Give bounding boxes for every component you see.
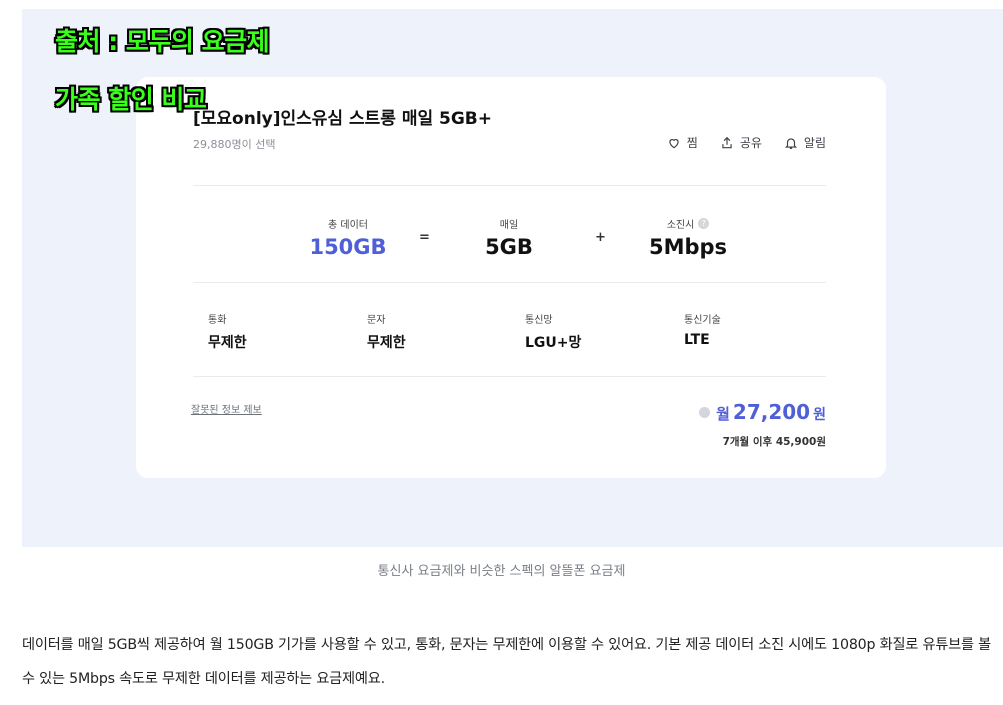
spec-call: 통화 무제한 xyxy=(208,311,247,352)
overlay-source-text: 출처 : 모두의 요금제 xyxy=(55,27,270,56)
price-amount: 27,200 xyxy=(732,400,811,424)
spec-sms: 문자 무제한 xyxy=(367,311,406,352)
figure-caption: 통신사 요금제와 비슷한 스펙의 알뜰폰 요금제 xyxy=(377,564,626,579)
spec-value: LGU+망 xyxy=(525,335,582,351)
spec-value: 무제한 xyxy=(367,335,406,351)
spec-key: 통화 xyxy=(208,315,227,326)
share-button[interactable]: 공유 xyxy=(720,134,762,151)
total-data-value: 150GB xyxy=(309,235,387,259)
selected-count: 29,880명이 선택 xyxy=(193,138,276,151)
plan-card: [모요only]인스유심 스트롱 매일 5GB+ 29,880명이 선택 찜 공… xyxy=(136,77,886,478)
bell-icon xyxy=(784,137,797,149)
share-label: 공유 xyxy=(739,136,762,150)
alert-label: 알림 xyxy=(803,136,826,150)
price-prefix: 월 xyxy=(716,405,730,423)
action-bar: 찜 공유 알림 xyxy=(667,134,826,151)
total-data-label: 총 데이터 xyxy=(328,220,368,231)
daily-data-stat: 매일 5GB xyxy=(459,216,559,259)
spec-key: 통신기술 xyxy=(684,315,721,326)
spec-value: LTE xyxy=(684,332,710,348)
exhausted-label: 소진시 xyxy=(666,220,695,231)
body-paragraph: 데이터를 매일 5GB씩 제공하여 월 150GB 기가를 사용할 수 있고, … xyxy=(22,637,992,687)
exhausted-speed-value: 5Mbps xyxy=(648,235,728,259)
plan-title[interactable]: [모요only]인스유심 스트롱 매일 5GB+ xyxy=(193,104,492,129)
price-info-icon[interactable] xyxy=(699,406,711,418)
equals-sign: = xyxy=(419,230,430,245)
like-button[interactable]: 찜 xyxy=(667,134,698,151)
spec-value: 무제한 xyxy=(208,335,247,351)
exhausted-label-row: 소진시 ? xyxy=(633,216,743,231)
price-unit: 원 xyxy=(813,407,826,423)
alert-button[interactable]: 알림 xyxy=(784,134,826,151)
divider xyxy=(193,282,826,283)
like-label: 찜 xyxy=(686,136,698,150)
overlay-subtitle-text: 가족 할인 비교 xyxy=(55,85,207,114)
total-data-stat: 총 데이터 150GB xyxy=(293,216,403,259)
daily-data-value: 5GB xyxy=(485,235,533,259)
heart-icon xyxy=(669,138,679,148)
share-icon xyxy=(722,136,732,148)
help-icon[interactable]: ? xyxy=(698,218,710,229)
spec-network: 통신망 LGU+망 xyxy=(525,311,581,352)
spec-key: 문자 xyxy=(367,315,386,326)
monthly-price: 월 27,200 원 xyxy=(699,400,826,424)
plus-sign: + xyxy=(595,230,606,245)
divider xyxy=(193,376,826,377)
daily-data-label: 매일 xyxy=(499,220,519,231)
report-error-link[interactable]: 잘못된 정보 제보 xyxy=(191,401,262,416)
price-after-period: 7개월 이후 45,900원 xyxy=(722,436,826,448)
spec-technology: 통신기술 LTE xyxy=(684,311,721,348)
spec-key: 통신망 xyxy=(525,315,553,326)
divider xyxy=(193,185,826,186)
exhausted-speed-stat: 소진시 ? 5Mbps xyxy=(633,216,743,259)
